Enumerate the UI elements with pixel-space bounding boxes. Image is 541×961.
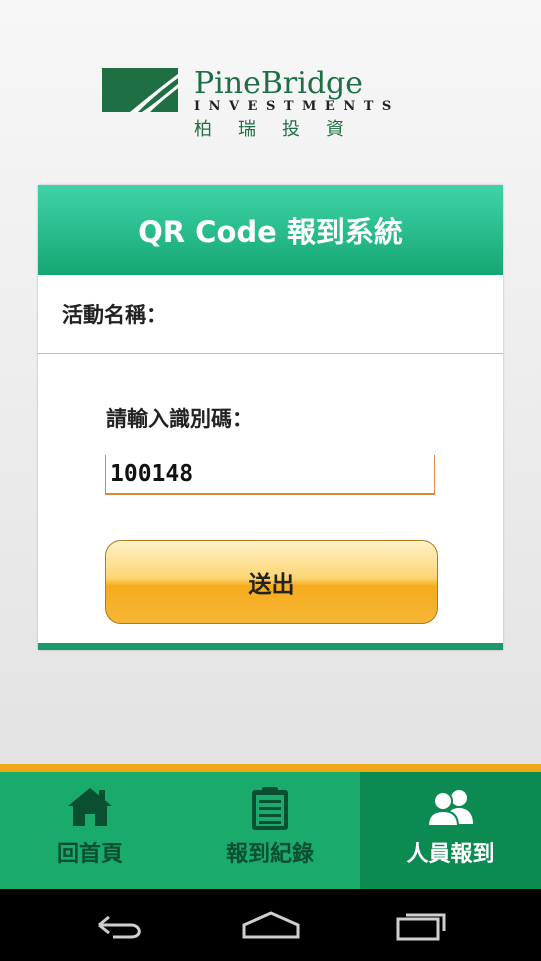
event-row: 活動名稱： — [38, 275, 503, 354]
tab-home-label: 回首頁 — [56, 842, 123, 867]
event-name-label: 活動名稱： — [62, 303, 167, 327]
brand-chinese: 柏瑞投資 — [194, 119, 370, 140]
recent-apps-icon[interactable] — [388, 905, 458, 945]
system-nav-bar — [0, 889, 541, 961]
logo-mark-icon — [102, 68, 178, 112]
id-code-input[interactable] — [105, 455, 435, 495]
home-nav-icon[interactable] — [236, 905, 306, 945]
home-icon — [68, 788, 112, 826]
checkin-card: QR Code 報到系統 活動名稱： 請輸入識別碼： 送出 — [38, 185, 503, 650]
tab-bar: 回首頁 報到紀錄 人員報到 — [0, 772, 541, 889]
card-header: QR Code 報到系統 — [38, 185, 503, 275]
pinebridge-logo: PineBridge INVESTMENTS 柏瑞投資 — [102, 66, 412, 140]
people-icon — [426, 790, 473, 827]
brand-name: PineBridge — [194, 66, 363, 101]
tab-staff-checkin-label: 人員報到 — [406, 842, 495, 867]
tabbar-accent — [0, 764, 541, 772]
card-bottom-bar — [38, 643, 503, 650]
tab-checkin-records[interactable]: 報到紀錄 — [180, 772, 360, 889]
submit-button[interactable]: 送出 — [105, 540, 438, 624]
id-code-label: 請輸入識別碼： — [106, 407, 253, 431]
tab-checkin-records-label: 報到紀錄 — [225, 842, 314, 867]
tab-staff-checkin[interactable]: 人員報到 — [360, 772, 541, 889]
clipboard-icon — [252, 787, 288, 830]
back-icon[interactable] — [85, 905, 155, 945]
page-title: QR Code 報到系統 — [138, 215, 403, 249]
tab-home[interactable]: 回首頁 — [0, 772, 180, 889]
brand-subtitle: INVESTMENTS — [194, 99, 400, 114]
